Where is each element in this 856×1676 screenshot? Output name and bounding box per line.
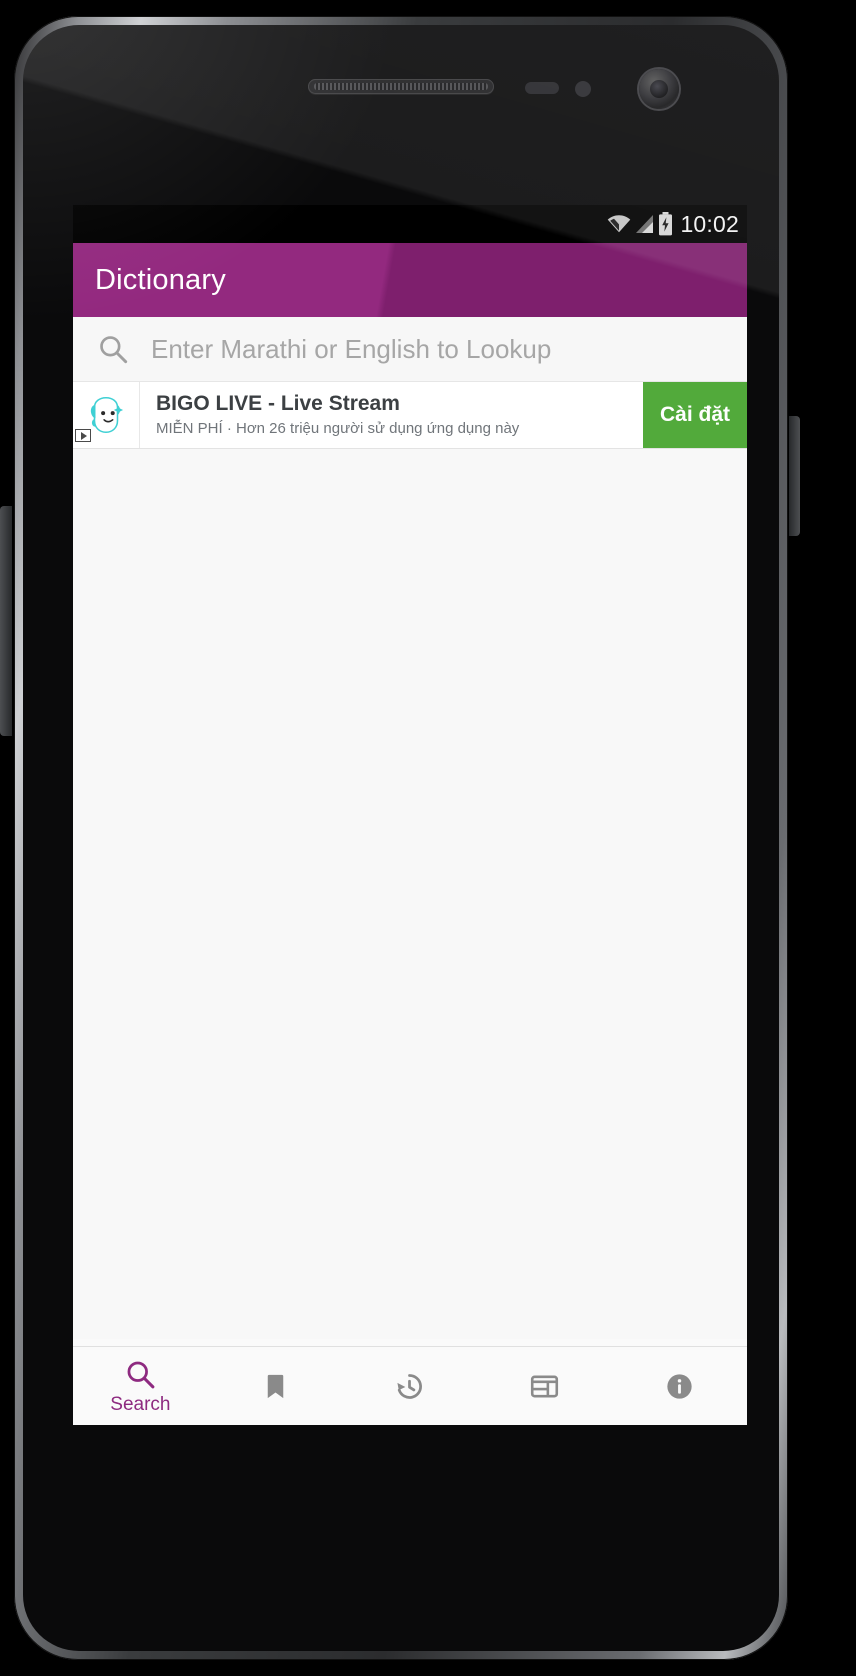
search-icon xyxy=(127,1361,155,1389)
results-list-empty xyxy=(73,449,747,1339)
phone-device-frame: 10:02 Dictionary Enter Marathi or Englis… xyxy=(0,16,800,1660)
cellular-signal-icon xyxy=(636,215,654,233)
earpiece-grille xyxy=(308,79,494,94)
history-clock-icon xyxy=(397,1373,423,1399)
bottom-navigation-bar: Search xyxy=(73,1346,747,1425)
phone-screen: 10:02 Dictionary Enter Marathi or Englis… xyxy=(73,205,747,1425)
nav-item-search-label: Search xyxy=(110,1394,171,1415)
power-button[interactable] xyxy=(789,416,800,536)
nav-item-bookmarks[interactable] xyxy=(208,1347,343,1425)
ad-install-button[interactable]: Cài đặt xyxy=(643,382,747,448)
nav-item-history[interactable] xyxy=(343,1347,478,1425)
search-input[interactable] xyxy=(151,333,711,365)
ad-banner[interactable]: BIGO LIVE - Live Stream MIỄN PHÍ · Hơn 2… xyxy=(73,382,747,449)
ad-icon-container xyxy=(73,382,139,448)
front-camera xyxy=(639,69,679,109)
nav-item-search[interactable]: Search xyxy=(73,1347,208,1425)
app-bar: Dictionary xyxy=(73,243,747,317)
ad-subtitle: MIỄN PHÍ · Hơn 26 triệu người sử dụng ứn… xyxy=(156,420,520,438)
ad-text-block: BIGO LIVE - Live Stream MIỄN PHÍ · Hơn 2… xyxy=(139,382,643,448)
wifi-icon xyxy=(607,215,632,234)
ad-choices-icon[interactable] xyxy=(75,429,91,442)
search-icon xyxy=(100,336,128,364)
status-bar-icons xyxy=(606,212,673,236)
app-title: Dictionary xyxy=(95,263,226,296)
card-layout-icon xyxy=(531,1375,559,1397)
bookmark-icon xyxy=(267,1374,283,1398)
battery-charging-icon xyxy=(659,212,673,236)
light-sensor xyxy=(575,81,591,97)
ad-title: BIGO LIVE - Live Stream xyxy=(156,392,400,416)
nav-item-about[interactable] xyxy=(612,1347,747,1425)
volume-button[interactable] xyxy=(0,506,12,736)
info-icon xyxy=(667,1373,692,1399)
status-bar-clock: 10:02 xyxy=(680,210,739,237)
status-bar: 10:02 xyxy=(73,205,747,243)
search-bar[interactable] xyxy=(73,317,747,382)
phone-bezel: 10:02 Dictionary Enter Marathi or Englis… xyxy=(23,25,779,1651)
nav-item-word-of-the-day[interactable] xyxy=(477,1347,612,1425)
proximity-sensor xyxy=(525,82,559,94)
